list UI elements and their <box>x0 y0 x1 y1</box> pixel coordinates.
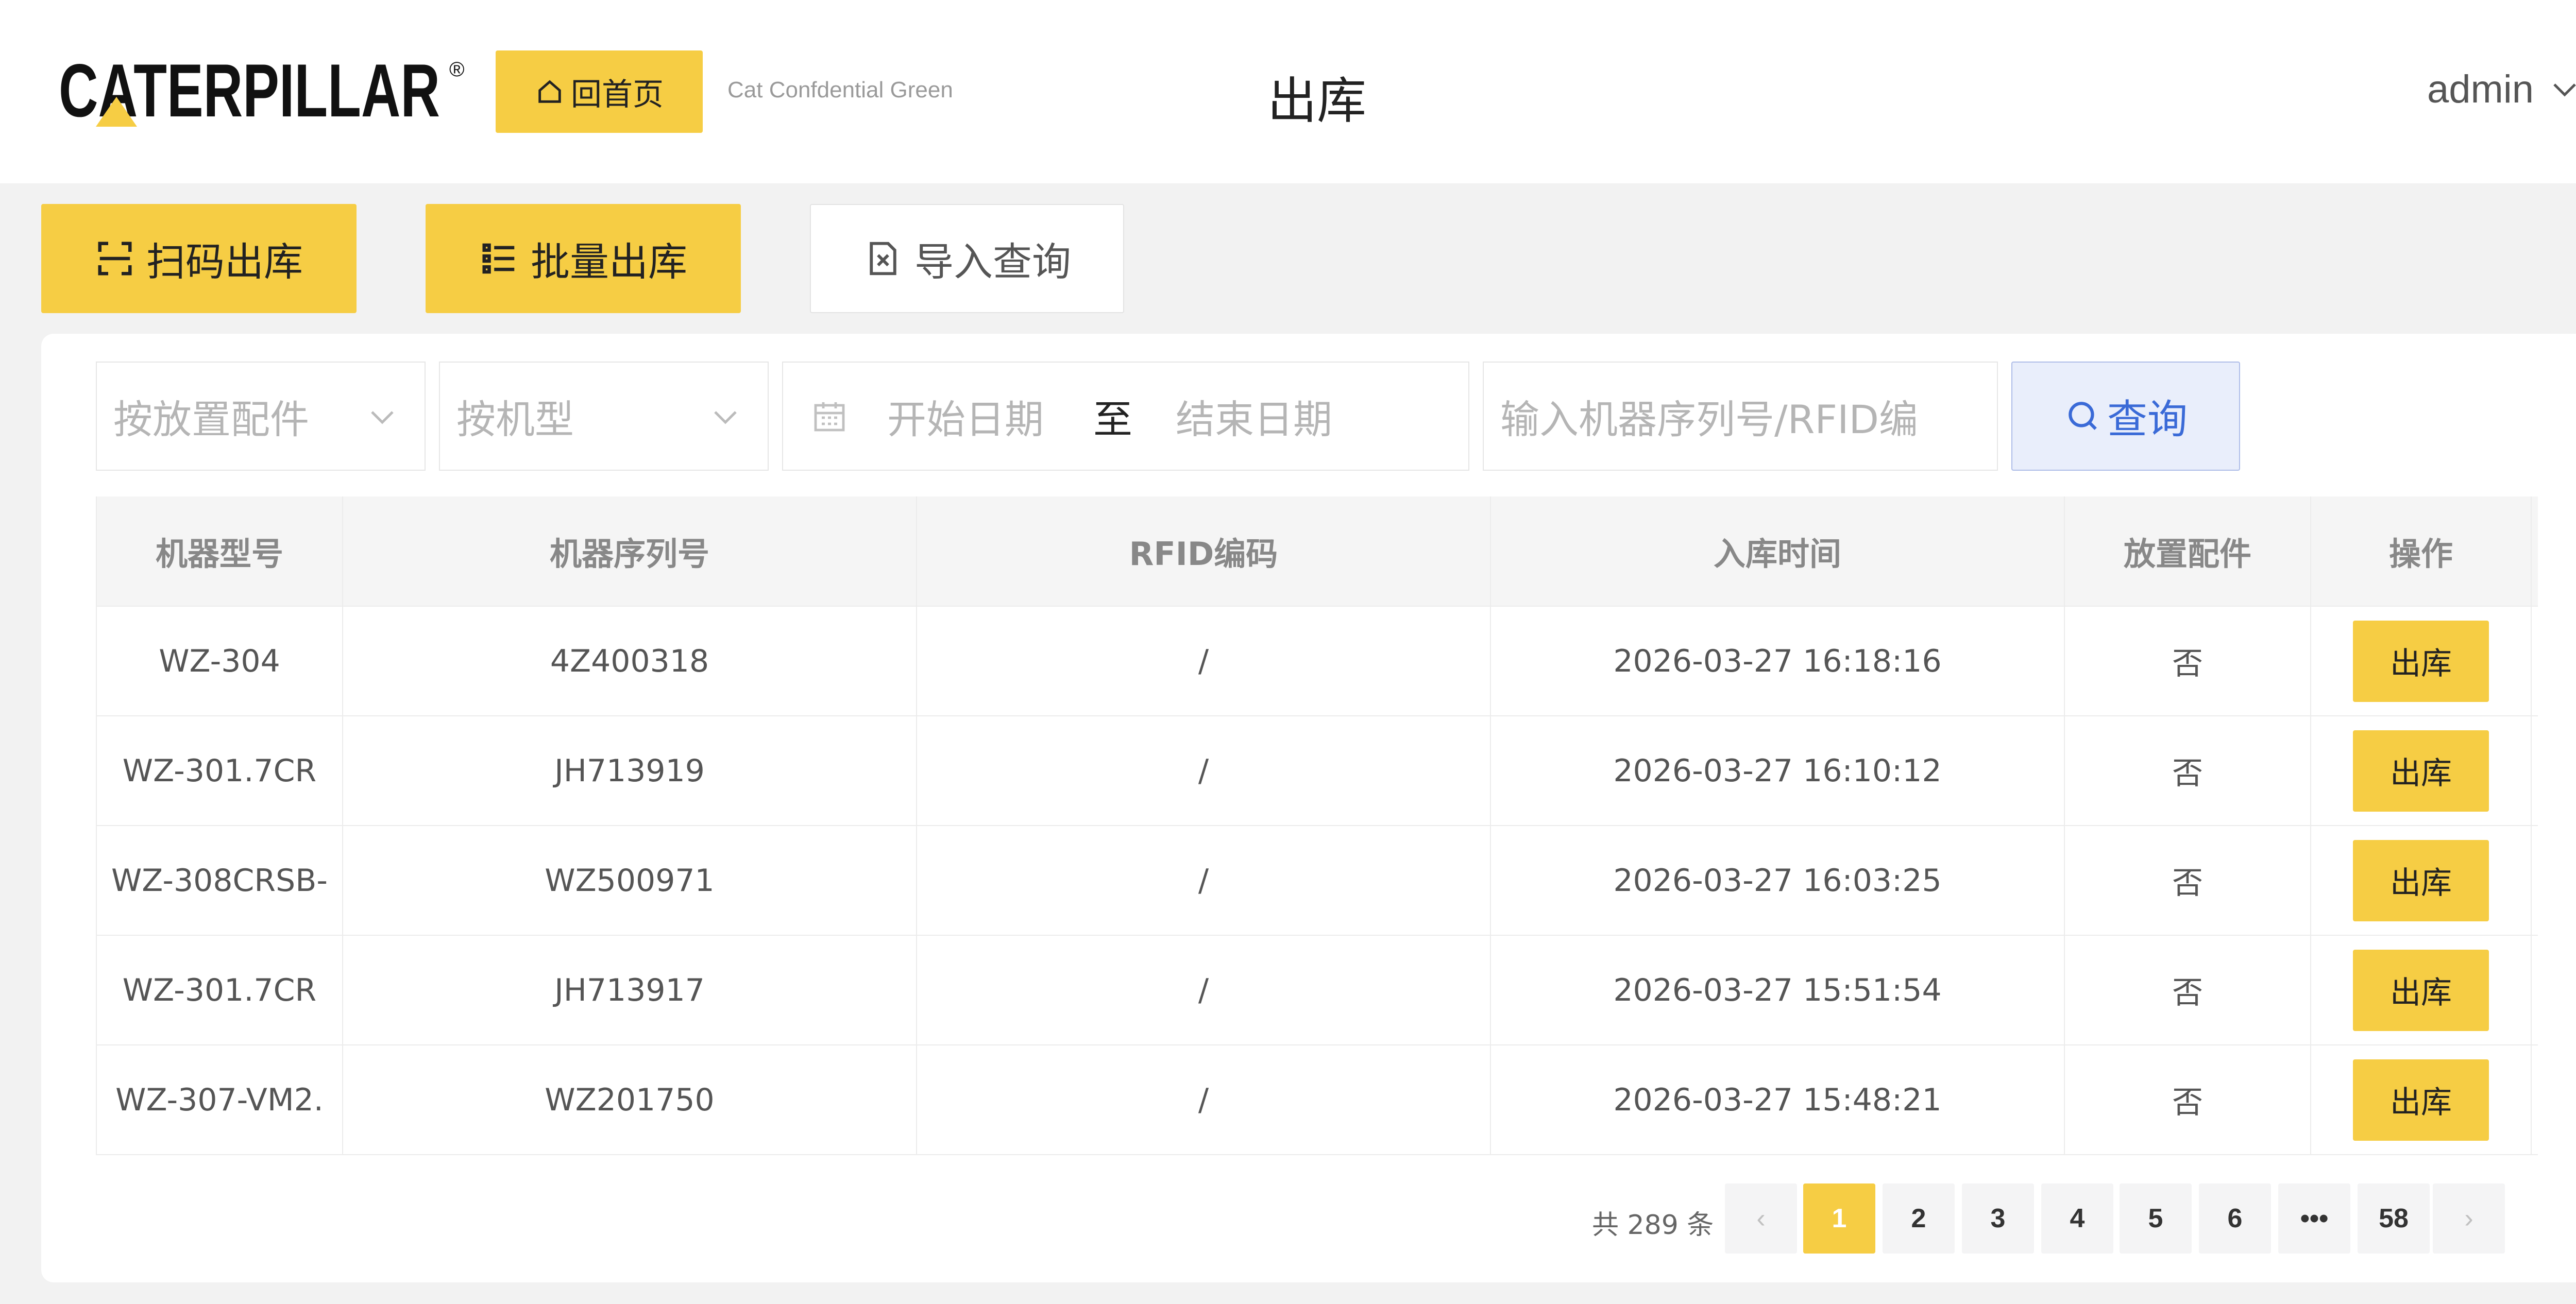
cell-accessory: 否 <box>2064 826 2310 935</box>
page-button-1[interactable]: 1 <box>1803 1183 1875 1254</box>
cell-serial: WZ500971 <box>342 826 916 935</box>
search-input[interactable]: 输入机器序列号/RFID编 <box>1483 362 1998 471</box>
cell-accessory: 否 <box>2064 716 2310 825</box>
cell-model: WZ-301.7CR <box>96 716 342 825</box>
cell-rfid: / <box>916 716 1490 825</box>
cell-time: 2026-03-27 15:48:21 <box>1490 1045 2064 1154</box>
cell-rfid: / <box>916 1045 1490 1154</box>
page-button-6[interactable]: 6 <box>2199 1183 2271 1254</box>
cell-model: WZ-301.7CR <box>96 936 342 1044</box>
top-header: CATERPILLAR ® 回首页 Cat Confdential Green … <box>0 0 2576 183</box>
cell-rfid: / <box>916 607 1490 715</box>
inventory-table: 机器型号 机器序列号 RFID编码 入库时间 放置配件 操作 WZ-304 4Z… <box>96 496 2538 1155</box>
user-menu[interactable]: admin <box>2427 67 2576 112</box>
tab-scan-label: 扫码出库 <box>146 239 303 285</box>
start-date-input[interactable]: 开始日期 <box>887 388 1044 444</box>
cell-accessory: 否 <box>2064 607 2310 715</box>
tab-batch-label: 批量出库 <box>531 239 687 285</box>
date-separator: 至 <box>1093 397 1132 442</box>
cell-serial: JH713917 <box>342 936 916 1044</box>
cell-time: 2026-03-27 16:10:12 <box>1490 716 2064 825</box>
page-title: 出库 <box>1267 72 1366 130</box>
home-button[interactable]: 回首页 <box>496 50 703 133</box>
cell-accessory: 否 <box>2064 936 2310 1044</box>
cell-action: 出库 <box>2310 936 2532 1044</box>
cell-model: WZ-307-VM2. <box>96 1045 342 1154</box>
column-header: 机器序列号 <box>342 496 916 606</box>
cell-action: 出库 <box>2310 716 2532 825</box>
tab-scan-out[interactable]: 扫码出库 <box>41 204 357 313</box>
table-header: 机器型号 机器序列号 RFID编码 入库时间 放置配件 操作 <box>96 496 2538 607</box>
cell-time: 2026-03-27 16:18:16 <box>1490 607 2064 715</box>
model-select[interactable]: 按机型 <box>439 362 769 471</box>
cell-model: WZ-308CRSB- <box>96 826 342 935</box>
cell-model: WZ-304 <box>96 607 342 715</box>
tab-import-label: 导入查询 <box>914 239 1071 285</box>
page-button-4[interactable]: 4 <box>2041 1183 2113 1254</box>
page-button-5[interactable]: 5 <box>2120 1183 2192 1254</box>
scan-icon <box>98 242 132 276</box>
search-icon <box>2069 402 2097 430</box>
calendar-icon <box>814 402 845 432</box>
accessory-select[interactable]: 按放置配件 <box>96 362 426 471</box>
query-button[interactable]: 查询 <box>2011 362 2240 471</box>
cell-action: 出库 <box>2310 826 2532 935</box>
home-label: 回首页 <box>571 76 664 113</box>
table-row: WZ-301.7CR JH713919 / 2026-03-27 16:10:1… <box>96 716 2538 826</box>
column-header: 操作 <box>2310 496 2532 606</box>
username: admin <box>2427 67 2534 111</box>
column-header: RFID编码 <box>916 496 1490 606</box>
cell-action: 出库 <box>2310 1045 2532 1154</box>
table-row: WZ-304 4Z400318 / 2026-03-27 16:18:16 否 … <box>96 607 2538 716</box>
cell-accessory: 否 <box>2064 1045 2310 1154</box>
cell-serial: 4Z400318 <box>342 607 916 715</box>
cell-time: 2026-03-27 16:03:25 <box>1490 826 2064 935</box>
out-button[interactable]: 出库 <box>2353 949 2489 1031</box>
page-button-58[interactable]: 58 <box>2358 1183 2430 1254</box>
page-button-3[interactable]: 3 <box>1962 1183 2034 1254</box>
column-header: 放置配件 <box>2064 496 2310 606</box>
chevron-down-icon <box>2553 83 2576 97</box>
out-button[interactable]: 出库 <box>2353 839 2489 921</box>
out-button[interactable]: 出库 <box>2353 1059 2489 1141</box>
caterpillar-logo[interactable]: CATERPILLAR ® <box>59 56 471 128</box>
page-ellipsis-button[interactable]: ••• <box>2278 1183 2350 1254</box>
table-row: WZ-307-VM2. WZ201750 / 2026-03-27 15:48:… <box>96 1045 2538 1155</box>
model-placeholder: 按机型 <box>456 397 574 442</box>
accessory-placeholder: 按放置配件 <box>113 397 309 442</box>
query-label: 查询 <box>2107 397 2188 443</box>
tab-import-query[interactable]: 导入查询 <box>810 204 1124 313</box>
column-header: 入库时间 <box>1490 496 2064 606</box>
end-date-input[interactable]: 结束日期 <box>1176 388 1332 444</box>
excel-file-icon <box>870 242 896 276</box>
cell-rfid: / <box>916 936 1490 1044</box>
svg-text:®: ® <box>449 58 464 81</box>
home-icon <box>538 80 561 103</box>
table-row: WZ-301.7CR JH713917 / 2026-03-27 15:51:5… <box>96 936 2538 1045</box>
cell-serial: JH713919 <box>342 716 916 825</box>
prev-page-button[interactable]: ‹ <box>1725 1183 1797 1254</box>
column-header: 机器型号 <box>96 496 342 606</box>
chevron-down-icon <box>714 411 737 424</box>
date-range-picker[interactable]: 开始日期 至 结束日期 <box>782 362 1469 471</box>
tab-batch-out[interactable]: 批量出库 <box>426 204 741 313</box>
cell-action: 出库 <box>2310 607 2532 715</box>
cell-serial: WZ201750 <box>342 1045 916 1154</box>
cell-time: 2026-03-27 15:51:54 <box>1490 936 2064 1044</box>
search-placeholder: 输入机器序列号/RFID编 <box>1500 397 1919 442</box>
next-page-button[interactable]: › <box>2433 1183 2505 1254</box>
list-icon <box>482 243 515 274</box>
page-button-2[interactable]: 2 <box>1883 1183 1955 1254</box>
out-button[interactable]: 出库 <box>2353 620 2489 702</box>
chevron-down-icon <box>371 411 394 424</box>
table-row: WZ-308CRSB- WZ500971 / 2026-03-27 16:03:… <box>96 826 2538 936</box>
total-count: 共 289 条 <box>1592 1210 1714 1241</box>
confidential-label: Cat Confdential Green <box>727 77 953 102</box>
out-button[interactable]: 出库 <box>2353 730 2489 812</box>
cell-rfid: / <box>916 826 1490 935</box>
